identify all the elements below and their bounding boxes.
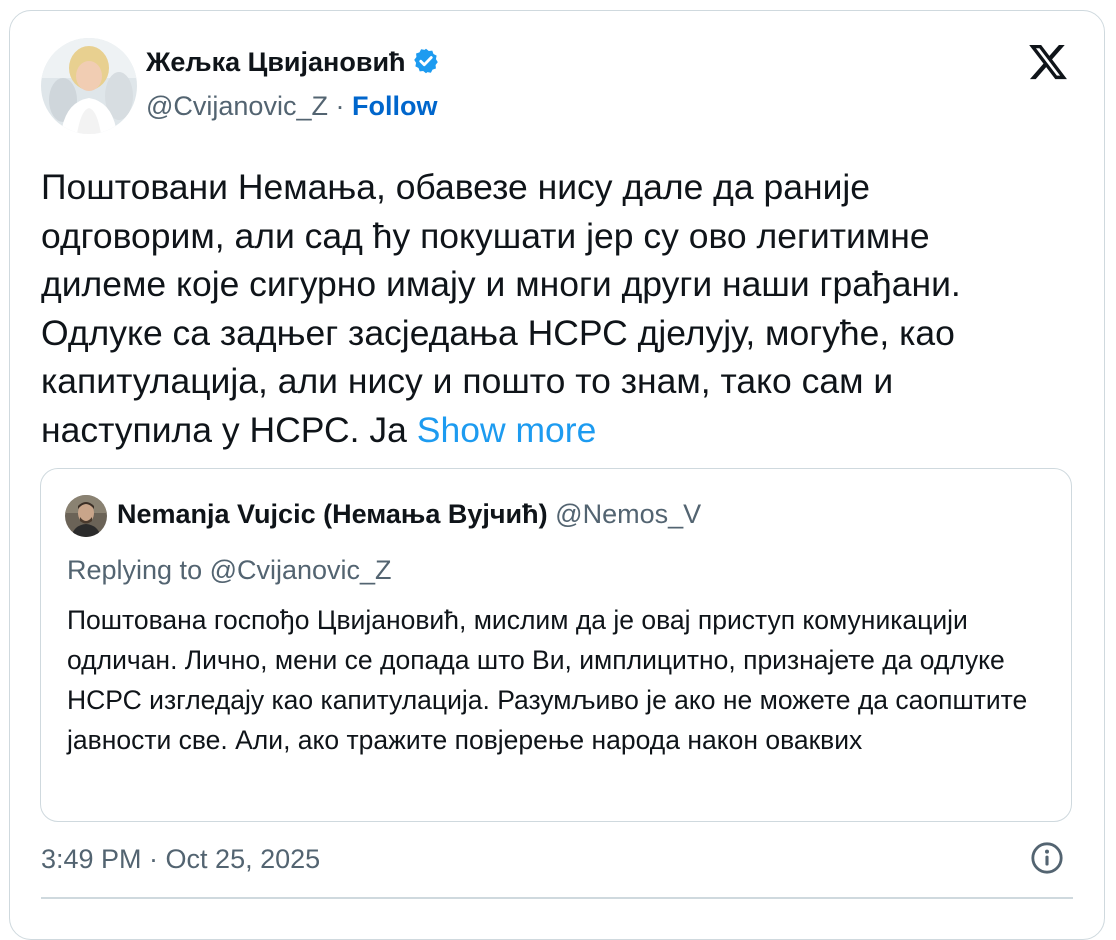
- x-logo-icon[interactable]: [1026, 41, 1070, 83]
- info-icon[interactable]: [1030, 841, 1064, 875]
- verified-badge-icon: [413, 48, 438, 74]
- author-name[interactable]: Жељка Цвијановић: [146, 47, 406, 77]
- author-name-row[interactable]: Жељка Цвијановић: [146, 47, 440, 78]
- card-divider: [41, 897, 1073, 899]
- tweet-body: Поштовани Немања, обавезе нису дале да р…: [41, 167, 961, 450]
- tweet-text: Поштовани Немања, обавезе нису дале да р…: [41, 163, 1051, 454]
- replying-to-label: Replying to @Cvijanovic_Z: [67, 555, 392, 585]
- author-handle[interactable]: @Cvijanovic_Z: [146, 91, 328, 121]
- show-more-link[interactable]: Show more: [417, 410, 597, 450]
- quoted-avatar-image: [65, 495, 107, 537]
- tweet-timestamp[interactable]: 3:49 PM · Oct 25, 2025: [41, 844, 320, 875]
- quoted-author-name[interactable]: Nemanja Vujcic (Немања Вујчић): [117, 499, 548, 529]
- quoted-tweet[interactable]: Nemanja Vujcic (Немања Вујчић) @Nemos_V …: [40, 468, 1072, 822]
- author-handle-row: @Cvijanovic_Z · Follow: [146, 91, 437, 122]
- follow-button[interactable]: Follow: [352, 91, 437, 121]
- quoted-author-avatar[interactable]: [65, 495, 107, 537]
- author-avatar[interactable]: [41, 38, 137, 134]
- tweet-card: Жељка Цвијановић @Cvijanovic_Z · Follow …: [9, 10, 1105, 940]
- author-avatar-image: [41, 38, 137, 134]
- quoted-tweet-text: Поштована госпођо Цвијановић, мислим да …: [67, 605, 1028, 755]
- quoted-author-handle[interactable]: @Nemos_V: [555, 499, 701, 529]
- handle-separator: ·: [327, 91, 352, 121]
- quoted-header: Nemanja Vujcic (Немања Вујчић) @Nemos_V: [117, 499, 701, 530]
